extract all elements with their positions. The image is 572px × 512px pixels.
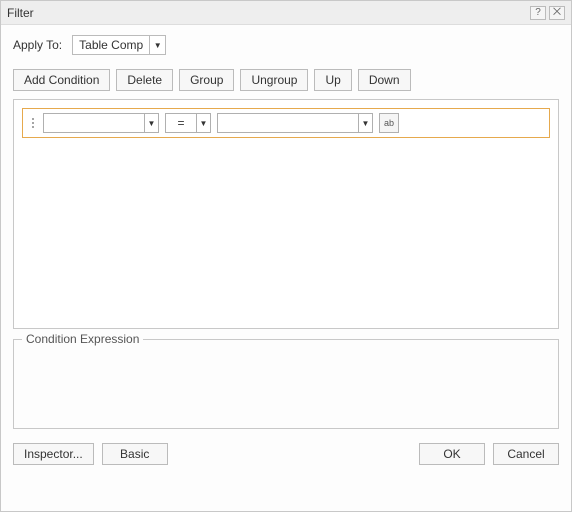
apply-to-label: Apply To: bbox=[13, 38, 62, 52]
help-button[interactable]: ? bbox=[530, 6, 546, 20]
chevron-down-icon: ▼ bbox=[149, 36, 165, 54]
filter-dialog: Filter ? ⨉ Apply To: Table Comp ▼ Add Co… bbox=[0, 0, 572, 512]
inspector-button[interactable]: Inspector... bbox=[13, 443, 94, 465]
down-button[interactable]: Down bbox=[358, 69, 411, 91]
ok-button[interactable]: OK bbox=[419, 443, 485, 465]
apply-to-dropdown[interactable]: Table Comp ▼ bbox=[72, 35, 166, 55]
toolbar: Add Condition Delete Group Ungroup Up Do… bbox=[13, 69, 559, 91]
field-dropdown[interactable]: ▼ bbox=[43, 113, 159, 133]
footer: Inspector... Basic OK Cancel bbox=[13, 443, 559, 465]
apply-to-row: Apply To: Table Comp ▼ bbox=[13, 35, 559, 55]
close-button[interactable]: ⨉ bbox=[549, 6, 565, 20]
chevron-down-icon: ▼ bbox=[144, 114, 158, 132]
dialog-title: Filter bbox=[7, 6, 527, 20]
cancel-button[interactable]: Cancel bbox=[493, 443, 559, 465]
apply-to-value: Table Comp bbox=[73, 38, 149, 52]
close-icon: ⨉ bbox=[553, 8, 561, 18]
help-icon: ? bbox=[535, 8, 541, 18]
operator-dropdown[interactable]: = ▼ bbox=[165, 113, 211, 133]
delete-button[interactable]: Delete bbox=[116, 69, 173, 91]
drag-handle-icon[interactable] bbox=[29, 118, 37, 128]
titlebar: Filter ? ⨉ bbox=[1, 1, 571, 25]
ungroup-button[interactable]: Ungroup bbox=[240, 69, 308, 91]
value-dropdown[interactable]: ▼ bbox=[217, 113, 373, 133]
dialog-body: Apply To: Table Comp ▼ Add Condition Del… bbox=[1, 25, 571, 511]
condition-expression-box: Condition Expression bbox=[13, 339, 559, 429]
up-button[interactable]: Up bbox=[314, 69, 351, 91]
group-button[interactable]: Group bbox=[179, 69, 234, 91]
edit-expression-button[interactable]: ab bbox=[379, 113, 399, 133]
add-condition-button[interactable]: Add Condition bbox=[13, 69, 110, 91]
condition-row[interactable]: ▼ = ▼ ▼ ab bbox=[22, 108, 550, 138]
condition-expression-legend: Condition Expression bbox=[22, 332, 143, 346]
operator-value: = bbox=[166, 116, 196, 130]
basic-button[interactable]: Basic bbox=[102, 443, 168, 465]
ab-icon: ab bbox=[384, 118, 394, 128]
chevron-down-icon: ▼ bbox=[358, 114, 372, 132]
chevron-down-icon: ▼ bbox=[196, 114, 210, 132]
conditions-area: ▼ = ▼ ▼ ab bbox=[13, 99, 559, 329]
